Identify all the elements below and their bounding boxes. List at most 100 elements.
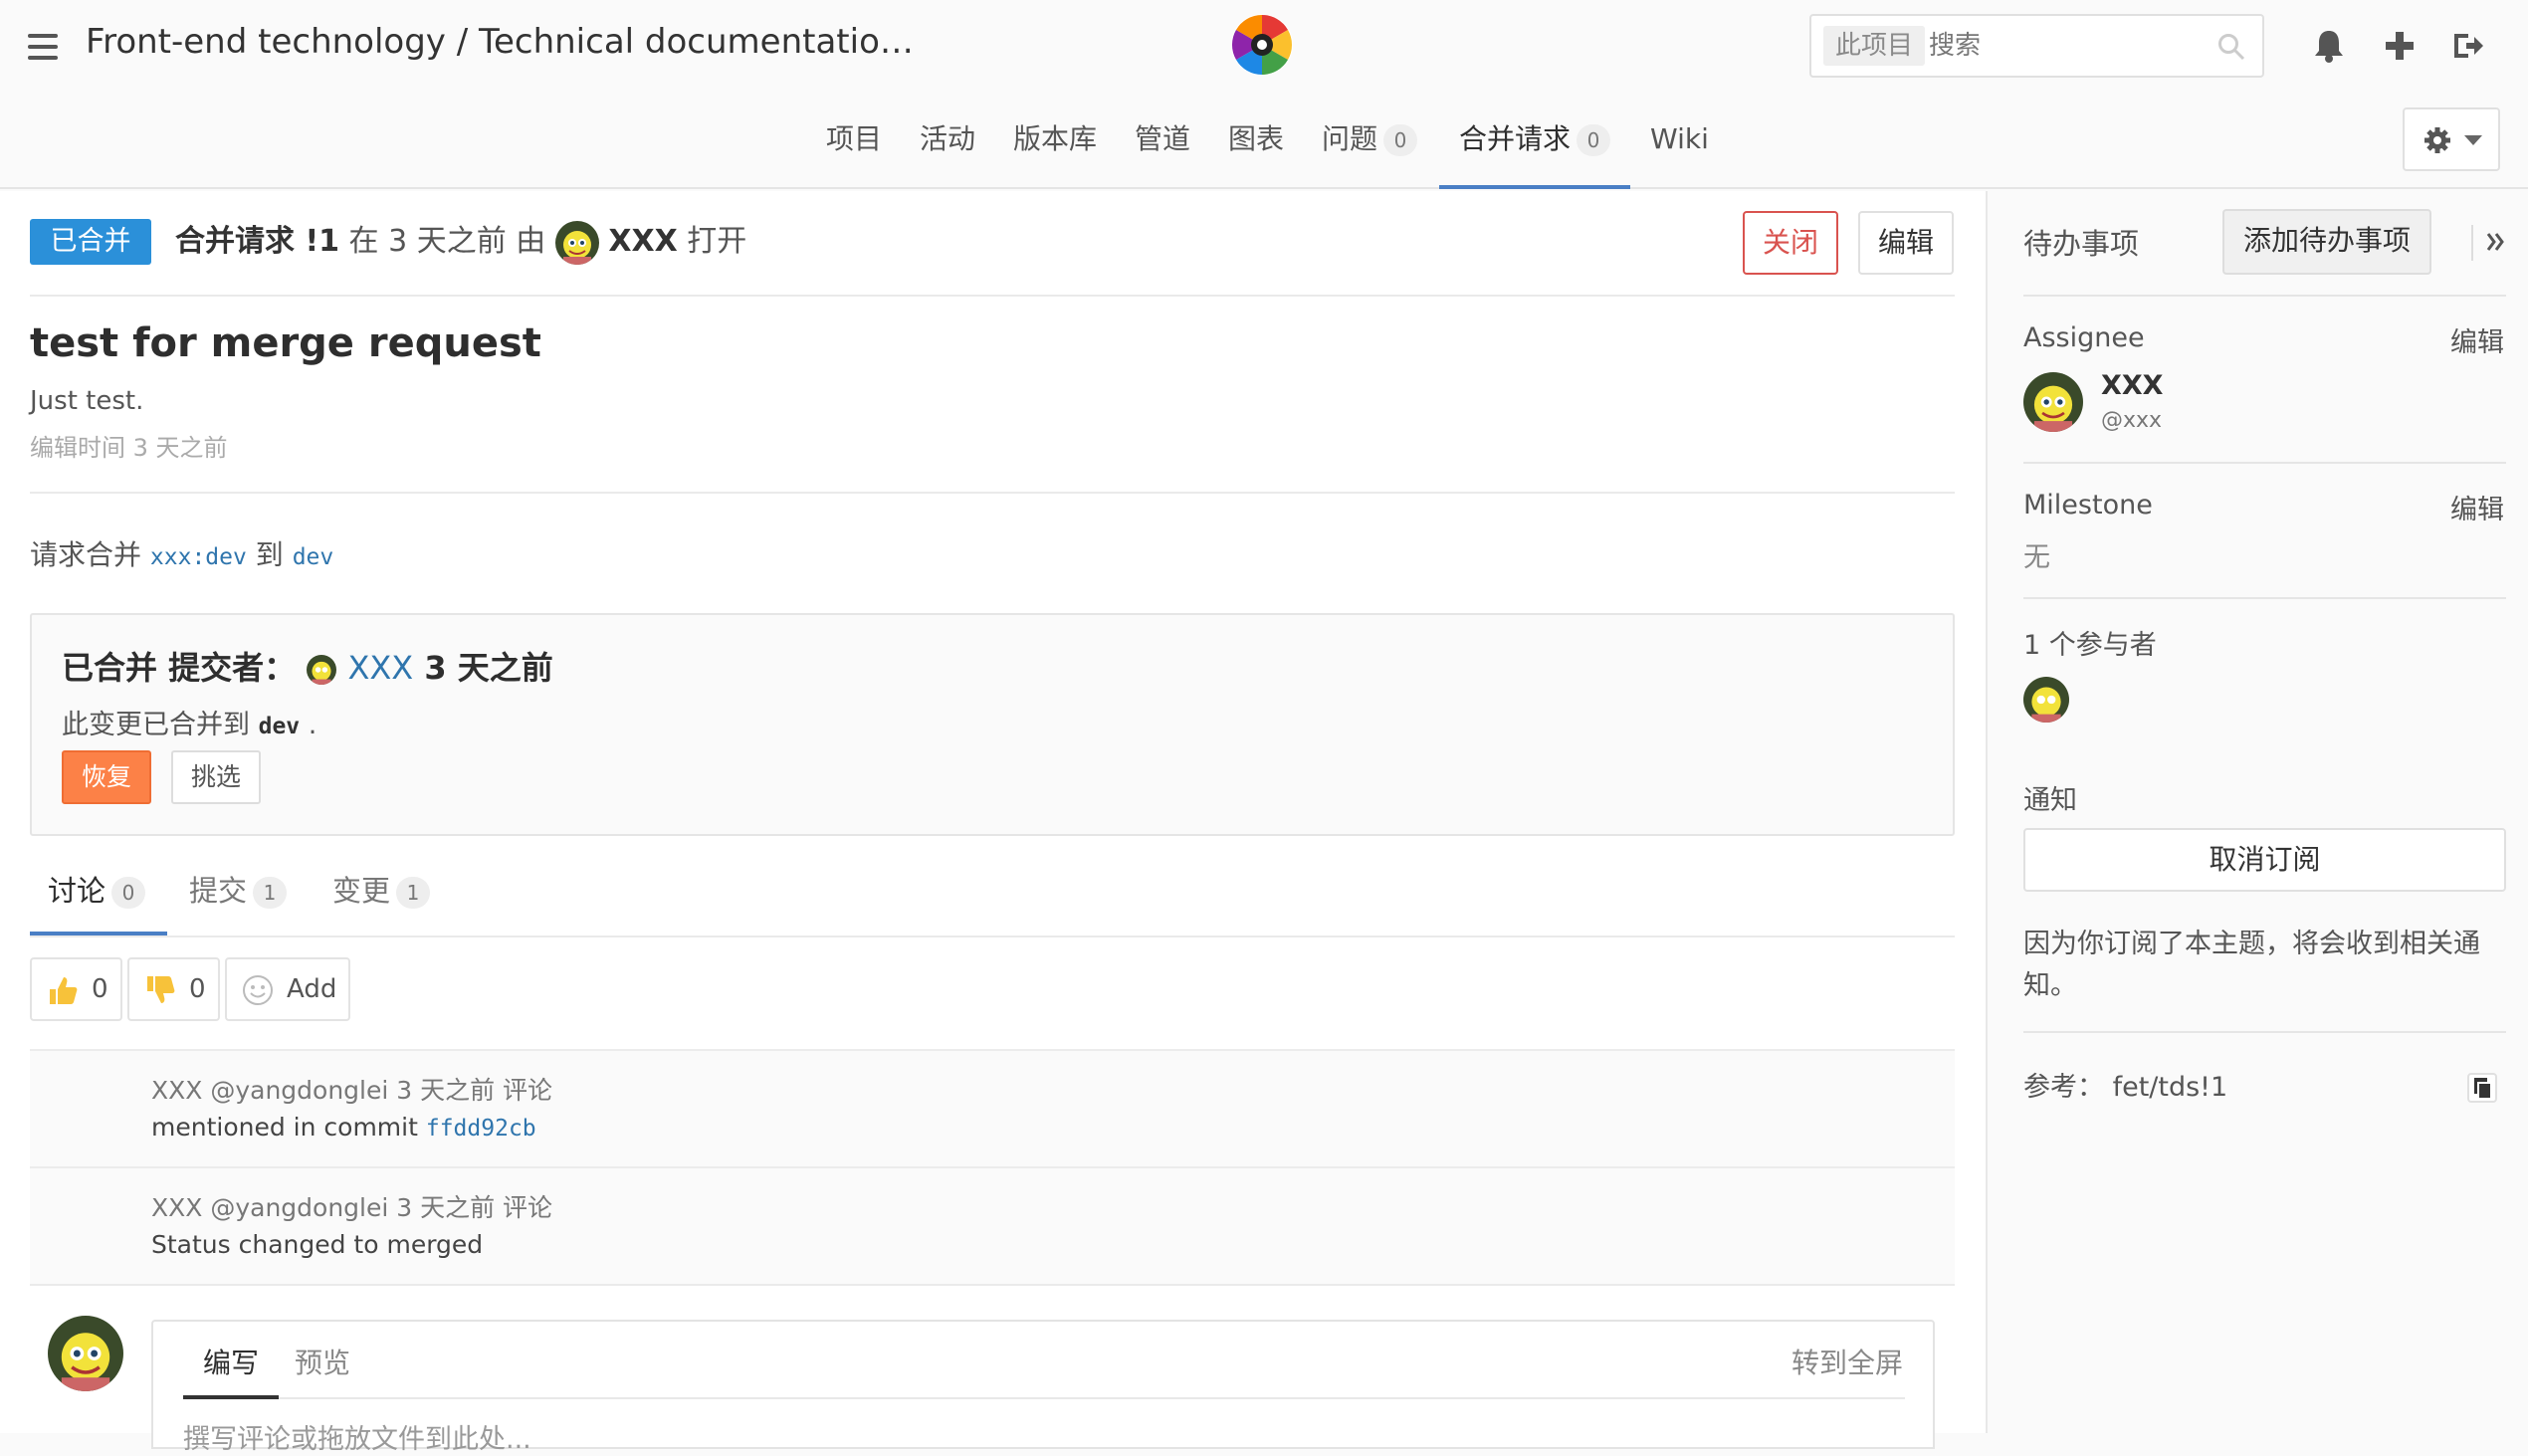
- source-branch-link[interactable]: xxx:dev: [150, 544, 247, 570]
- gear-icon: [2424, 127, 2450, 153]
- thumbs-up-button[interactable]: 0: [30, 957, 122, 1021]
- assignee-edit-link[interactable]: 编辑: [2450, 320, 2504, 359]
- mr-count-badge: 0: [1577, 124, 1611, 156]
- opened-label: 打开: [687, 224, 747, 259]
- author-avatar[interactable]: [554, 220, 599, 265]
- committer-link[interactable]: XXX: [347, 649, 413, 687]
- subscription-note: 因为你订阅了本主题，将会收到相关通 知。: [2023, 924, 2480, 1007]
- search-scope-chip: 此项目: [1823, 26, 1926, 66]
- unsubscribe-button[interactable]: 取消订阅: [2023, 828, 2506, 892]
- assignee-avatar[interactable]: [2023, 372, 2083, 432]
- caret-down-icon: [2464, 135, 2482, 145]
- thumbs-up-icon: [50, 977, 78, 1004]
- tab-preview[interactable]: 预览: [295, 1342, 350, 1381]
- breadcrumb[interactable]: Front-end technology / Technical documen…: [86, 22, 914, 62]
- merged-widget: 已合并 提交者： XXX 3 天之前 此变更已合并到 dev . 恢复 挑选: [30, 613, 1955, 836]
- divider: [30, 492, 1955, 494]
- by-label: 由: [516, 224, 546, 259]
- edit-button[interactable]: 编辑: [1858, 211, 1954, 275]
- search-box[interactable]: 此项目 搜索: [1809, 14, 2264, 78]
- comment-textarea[interactable]: 撰写评论或拖放文件到此处...: [183, 1417, 531, 1456]
- participants-label: 1 个参与者: [2023, 630, 2157, 661]
- plus-icon[interactable]: [2380, 26, 2420, 66]
- note-body: mentioned in commit ffdd92cb: [151, 1113, 536, 1142]
- request-label: 请求合并: [30, 538, 142, 571]
- settings-dropdown-button[interactable]: [2403, 107, 2500, 171]
- subscription-note-line2: 知。: [2023, 970, 2077, 1001]
- editor-active-tab-indicator: [183, 1395, 279, 1399]
- add-todo-button[interactable]: 添加待办事项: [2222, 209, 2431, 275]
- changes-count-badge: 1: [396, 877, 431, 909]
- commits-count-badge: 1: [253, 877, 288, 909]
- nav-tab-repository[interactable]: 版本库: [1013, 111, 1097, 189]
- merged-suffix: .: [308, 710, 317, 740]
- right-sidebar: 待办事项 添加待办事项 Assignee 编辑 XXX @xxx Milesto…: [1986, 191, 2528, 1433]
- assignee-label: Assignee: [2023, 322, 2145, 353]
- bell-icon[interactable]: [2309, 26, 2349, 66]
- close-button[interactable]: 关闭: [1743, 211, 1838, 275]
- status-badge: 已合并: [30, 219, 151, 265]
- participant-avatar[interactable]: [2023, 677, 2069, 723]
- nav-tab-activity[interactable]: 活动: [920, 111, 975, 189]
- mr-header-line: 合并请求 !1 在 3 天之前 由 XXX 打开: [175, 215, 746, 269]
- divider: [2023, 462, 2506, 464]
- tab-discussion[interactable]: 讨论 0: [48, 868, 146, 930]
- time-prefix: 在: [348, 224, 379, 259]
- menu-icon[interactable]: [28, 34, 62, 60]
- reference-row: 参考： fet/tds!1: [2023, 1065, 2227, 1104]
- nav-tab-graphs[interactable]: 图表: [1228, 111, 1284, 189]
- merged-title: 已合并 提交者：: [62, 649, 297, 687]
- author-name[interactable]: XXX: [608, 224, 677, 259]
- search-input[interactable]: 搜索: [1929, 26, 1981, 66]
- nav-tab-merge-requests[interactable]: 合并请求 0: [1438, 111, 1631, 189]
- note-body: Status changed to merged: [151, 1230, 484, 1259]
- system-note: XXX @yangdonglei 3 天之前 评论 Status changed…: [30, 1166, 1955, 1284]
- commit-link[interactable]: ffdd92cb: [426, 1116, 536, 1142]
- tab-changes[interactable]: 变更 1: [332, 868, 431, 930]
- divider: [2023, 597, 2506, 599]
- revert-button[interactable]: 恢复: [62, 750, 151, 804]
- logo-icon[interactable]: [1229, 12, 1295, 78]
- milestone-edit-link[interactable]: 编辑: [2450, 488, 2504, 526]
- thumbs-down-button[interactable]: 0: [127, 957, 220, 1021]
- add-reaction-button[interactable]: Add: [225, 957, 351, 1021]
- discussion-count-badge: 0: [111, 877, 146, 909]
- nav-tab-wiki[interactable]: Wiki: [1650, 111, 1709, 189]
- collapse-sidebar-icon[interactable]: [2485, 231, 2505, 253]
- nav-tab-issues[interactable]: 问题 0: [1322, 111, 1418, 189]
- committer-avatar[interactable]: [307, 655, 337, 685]
- merged-time: 3 天之前: [424, 649, 553, 687]
- merge-request-branches: 请求合并 xxx:dev 到 dev: [30, 533, 333, 573]
- cherry-pick-button[interactable]: 挑选: [171, 750, 261, 804]
- merged-branch: dev: [258, 714, 301, 739]
- mr-time: 3 天之前: [388, 224, 507, 259]
- divider: [30, 1284, 1955, 1286]
- top-header: Front-end technology / Technical documen…: [0, 0, 2528, 189]
- search-icon: [2218, 34, 2245, 61]
- milestone-value: 无: [2023, 542, 2050, 573]
- todo-label: 待办事项: [2023, 227, 2140, 261]
- fullscreen-button[interactable]: 转到全屏: [1791, 1342, 1903, 1381]
- smiley-icon: [243, 975, 273, 1005]
- milestone-label: Milestone: [2023, 490, 2153, 520]
- target-branch-link[interactable]: dev: [293, 544, 334, 570]
- system-note: XXX @yangdonglei 3 天之前 评论 mentioned in c…: [30, 1049, 1955, 1166]
- note-meta: XXX @yangdonglei 3 天之前 评论: [151, 1076, 553, 1105]
- current-user-avatar[interactable]: [48, 1316, 123, 1391]
- reference-label: 参考：: [2023, 1072, 2104, 1103]
- nav-tab-project[interactable]: 项目: [826, 111, 882, 189]
- nav-tab-pipelines[interactable]: 管道: [1135, 111, 1190, 189]
- divider: [30, 295, 1955, 297]
- note-text: mentioned in commit: [151, 1113, 418, 1142]
- clipboard-icon[interactable]: [2465, 1071, 2499, 1105]
- subscription-note-line1: 因为你订阅了本主题，将会收到相关通: [2023, 929, 2480, 959]
- assignee-name[interactable]: XXX: [2101, 370, 2163, 401]
- merged-into-text: 此变更已合并到 dev .: [62, 703, 316, 741]
- editor-tab-divider: [183, 1397, 1905, 1399]
- sign-out-icon[interactable]: [2448, 26, 2488, 66]
- assignee-username: @xxx: [2101, 408, 2163, 433]
- thumbs-down-icon: [147, 976, 175, 1003]
- tab-commits[interactable]: 提交 1: [189, 868, 288, 930]
- to-label: 到: [255, 538, 284, 571]
- tab-write[interactable]: 编写: [203, 1342, 259, 1381]
